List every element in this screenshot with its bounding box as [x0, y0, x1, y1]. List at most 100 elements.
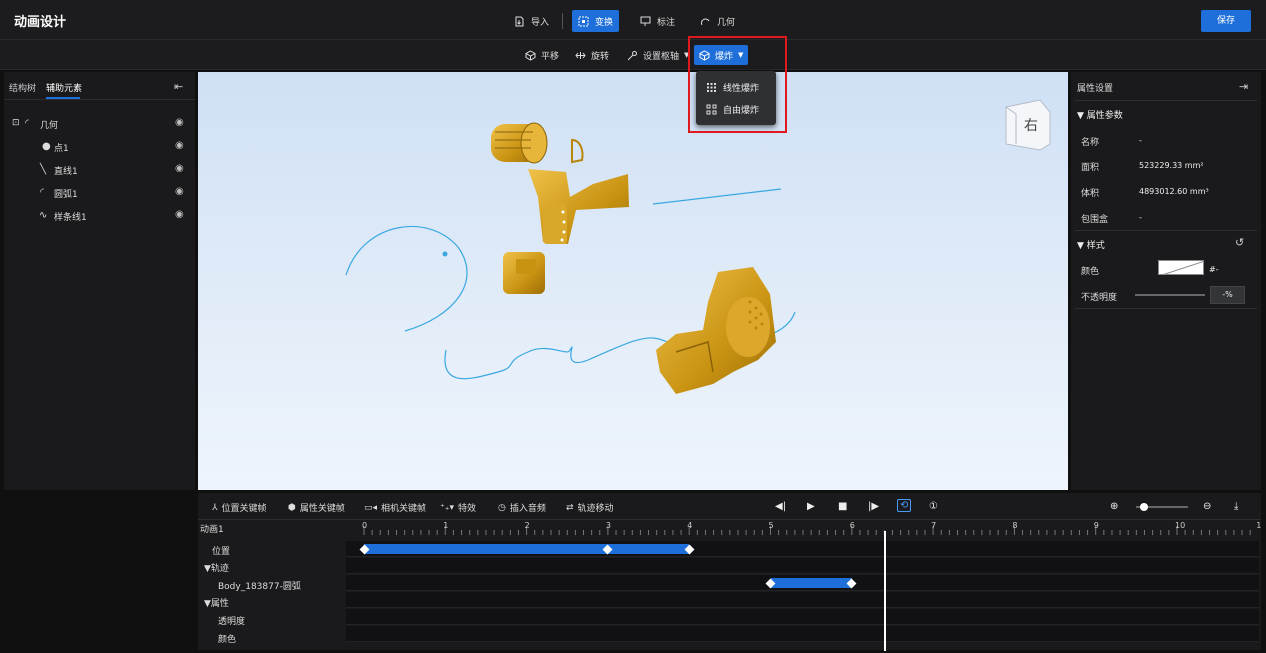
step-back-icon[interactable]: ◀| [775, 501, 786, 512]
playhead[interactable] [884, 531, 887, 651]
eye-icon[interactable]: ◉ [175, 163, 184, 174]
zoom-out-icon[interactable]: ⊖ [1203, 501, 1211, 512]
ruler-tick-label: 9 [1093, 521, 1099, 530]
track-attributes[interactable] [346, 592, 1259, 608]
loop-once-icon[interactable]: ① [929, 501, 938, 512]
tree-item-label: 点1 [54, 144, 69, 154]
camera-keyframe-button[interactable]: ▭◂ 相机关键帧 [364, 501, 427, 515]
eye-icon[interactable]: ◉ [175, 209, 184, 220]
tree-root-geometry[interactable]: ⊡ ◜ 几何 ◉ [4, 114, 195, 134]
geometry-button[interactable]: 几何 [694, 10, 741, 32]
ruler-tick-label: 1 [1256, 521, 1262, 530]
expand-toggle-icon[interactable]: ⊡ [12, 118, 20, 128]
collapse-right-icon[interactable]: ⇥ [1239, 80, 1248, 93]
explode-label: 爆炸 [715, 51, 734, 62]
volume-label: 体积 [1081, 189, 1100, 199]
tree-item-spline[interactable]: ∿ 样条线1 ◉ [4, 206, 195, 226]
view-cube[interactable]: 右 [1005, 99, 1051, 151]
cube-icon: ⬢ [288, 502, 296, 513]
color-swatch[interactable] [1158, 260, 1204, 275]
opacity-input[interactable]: -% [1210, 286, 1245, 304]
model-part-bracket[interactable] [528, 169, 629, 244]
save-button[interactable]: 保存 [1201, 10, 1251, 32]
translate-button[interactable]: 平移 [520, 45, 564, 65]
left-tabs: 结构树 辅助元素 ⇤ [4, 72, 195, 100]
eye-icon[interactable]: ◉ [175, 186, 184, 197]
ruler-ticks [363, 526, 1251, 535]
scene-canvas[interactable]: 右 [198, 72, 1068, 490]
tree-item-point[interactable]: ● 点1 ◉ [4, 137, 195, 157]
collapse-panel-icon[interactable]: ⇤ [174, 80, 183, 93]
reset-icon[interactable]: ↺ [1235, 236, 1244, 249]
scatter-icon [706, 104, 717, 114]
annotate-button[interactable]: 标注 [634, 10, 681, 32]
ruler-tick-label: 0 [362, 521, 368, 530]
triangle-down-icon: ▼ [1077, 241, 1087, 251]
section-style-header[interactable]: ▼ 样式 [1077, 238, 1105, 251]
row-attributes-label[interactable]: ▼属性 [204, 596, 229, 609]
arc-curve[interactable] [345, 225, 468, 332]
insert-audio-button[interactable]: ◷ 插入音频 [498, 501, 546, 515]
attribute-keyframe-button[interactable]: ⬢ 属性关键帧 [288, 501, 345, 515]
tree-item-label: 样条线1 [54, 213, 87, 223]
explode-button[interactable]: 爆炸 ▼ [694, 45, 749, 65]
transform-subtoolbar: 平移 旋转 设置枢轴 ▼ 爆炸 ▼ [0, 40, 1266, 70]
bbox-label: 包围盒 [1081, 215, 1109, 225]
stop-icon[interactable]: ■ [838, 501, 847, 512]
point-marker[interactable] [442, 251, 448, 257]
import-icon [515, 16, 524, 26]
rotate-label: 旋转 [591, 51, 610, 62]
time-ruler[interactable]: 0 1 2 3 4 5 6 7 8 9 10 1 [346, 520, 1262, 536]
explode-cube-icon [699, 49, 710, 61]
eye-icon[interactable]: ◉ [175, 140, 184, 151]
empty-color-slash-icon [1163, 261, 1203, 274]
zoom-in-icon[interactable]: ⊕ [1110, 501, 1118, 512]
eye-icon[interactable]: ◉ [175, 117, 184, 128]
opacity-slider[interactable] [1135, 294, 1205, 296]
trajectory-keyframe-bar[interactable] [770, 578, 852, 588]
rotate-button[interactable]: 旋转 [570, 45, 614, 65]
loop-icon[interactable]: ⟲ [897, 499, 912, 512]
line-curve[interactable] [652, 188, 782, 205]
row-trajectory-label[interactable]: ▼轨迹 [204, 561, 229, 574]
ruler-tick-label: 5 [768, 521, 774, 530]
tree-item-arc[interactable]: ◜ 圆弧1 ◉ [4, 183, 195, 203]
track-color[interactable] [346, 626, 1259, 642]
section-params-label: 属性参数 [1086, 111, 1123, 121]
tab-structure-tree[interactable]: 结构树 [9, 81, 36, 94]
transform-icon [578, 16, 589, 26]
tree-root-label: 几何 [40, 121, 59, 131]
3d-viewport[interactable]: 右 [198, 72, 1068, 490]
attribute-keyframe-label: 属性关键帧 [299, 504, 345, 514]
tab-auxiliary-elements[interactable]: 辅助元素 [46, 81, 82, 94]
linear-explode-item[interactable]: 线性爆炸 [696, 76, 776, 98]
pivot-icon [627, 50, 637, 60]
free-explode-item[interactable]: 自由爆炸 [696, 98, 776, 120]
track-opacity[interactable] [346, 609, 1259, 625]
download-icon[interactable]: ⤓ [1234, 501, 1238, 512]
model-part-arm[interactable] [656, 267, 776, 394]
position-keyframe-bar[interactable] [364, 544, 690, 554]
bbox-value: - [1139, 213, 1142, 222]
step-forward-icon[interactable]: |▶ [868, 501, 879, 512]
camera-keyframe-label: 相机关键帧 [381, 504, 427, 514]
transform-button[interactable]: 变换 [572, 10, 620, 32]
zoom-slider-thumb[interactable] [1140, 503, 1148, 511]
play-icon[interactable]: ▶ [807, 501, 815, 512]
name-label: 名称 [1081, 138, 1100, 148]
point-icon: ● [42, 141, 51, 152]
import-button[interactable]: 导入 [508, 10, 555, 32]
set-pivot-button[interactable]: 设置枢轴 ▼ [622, 45, 694, 65]
position-keyframe-button[interactable]: ⅄ 位置关键帧 [212, 501, 267, 515]
effects-button[interactable]: ⁺₊▾ 特效 [440, 501, 476, 515]
track-trajectory[interactable] [346, 558, 1259, 574]
model-part-cylinder[interactable] [491, 122, 584, 164]
section-params-header[interactable]: ▼ 属性参数 [1077, 108, 1123, 121]
ruler-tick-label: 10 [1175, 521, 1186, 530]
track-move-button[interactable]: ⇄ 轨迹移动 [566, 501, 614, 515]
ruler-tick-label: 6 [849, 521, 855, 530]
row-color-label: 颜色 [218, 635, 237, 645]
ruler-tick-label: 4 [687, 521, 693, 530]
model-part-clip[interactable] [503, 252, 545, 294]
tree-item-line[interactable]: ╲ 直线1 ◉ [4, 160, 195, 180]
